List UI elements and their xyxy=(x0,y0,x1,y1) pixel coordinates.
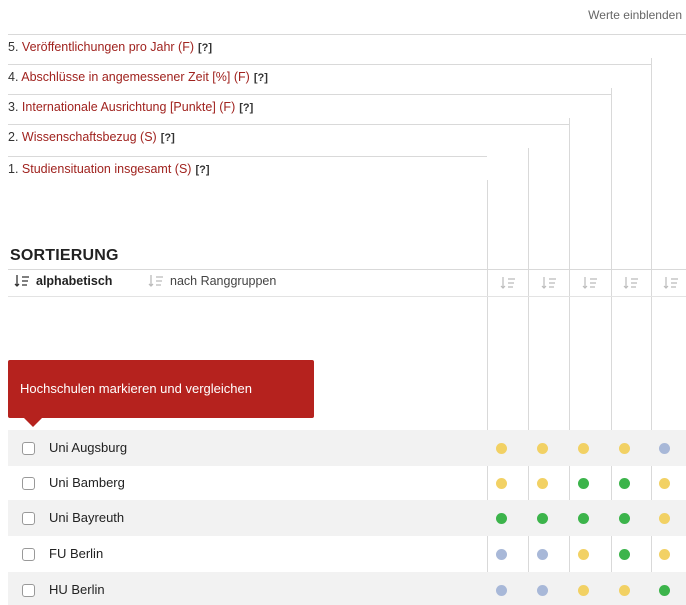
rating-dot-yellow xyxy=(659,478,670,489)
university-row: HU Berlin xyxy=(8,572,686,605)
help-link[interactable]: [?] xyxy=(198,42,212,54)
criterion-number: 2. xyxy=(8,130,19,144)
help-link[interactable]: [?] xyxy=(254,72,268,84)
rating-dot-blue xyxy=(537,585,548,596)
rating-dot-yellow xyxy=(578,549,589,560)
criterion-link[interactable]: Veröffentlichungen pro Jahr (F) xyxy=(22,40,194,54)
sort-alphabetical-label: alphabetisch xyxy=(36,274,113,288)
criterion-1: 1. Studiensituation insgesamt (S) [?] xyxy=(8,156,487,180)
rating-dot-blue xyxy=(537,549,548,560)
criterion-link[interactable]: Internationale Ausrichtung [Punkte] (F) xyxy=(22,100,235,114)
rating-dot-green xyxy=(578,478,589,489)
column-1-sort-icon[interactable] xyxy=(500,276,516,290)
criterion-5: 5. Veröffentlichungen pro Jahr (F) [?] xyxy=(8,34,686,58)
university-name[interactable]: HU Berlin xyxy=(49,582,105,597)
sort-by-rank-label: nach Ranggruppen xyxy=(170,274,277,288)
help-link[interactable]: [?] xyxy=(161,132,175,144)
rating-dot-yellow xyxy=(659,513,670,524)
rating-dot-yellow xyxy=(578,443,589,454)
sort-by-rank-button[interactable]: nach Ranggruppen xyxy=(148,274,276,288)
criterion-2: 2. Wissenschaftsbezug (S) [?] xyxy=(8,124,569,148)
rating-dot-green xyxy=(578,513,589,524)
help-link[interactable]: [?] xyxy=(239,102,253,114)
compare-checkbox[interactable] xyxy=(22,548,35,561)
sort-icon xyxy=(148,275,163,287)
university-row: Uni Augsburg xyxy=(8,430,686,466)
rating-dot-yellow xyxy=(619,443,630,454)
university-row: FU Berlin xyxy=(8,536,686,572)
university-row: Uni Bayreuth xyxy=(8,500,686,536)
sort-alphabetical-button[interactable]: alphabetisch xyxy=(14,274,112,288)
university-name[interactable]: FU Berlin xyxy=(49,546,103,561)
criterion-number: 1. xyxy=(8,162,19,176)
rating-dot-green xyxy=(619,549,630,560)
compare-checkbox[interactable] xyxy=(22,584,35,597)
compare-checkbox[interactable] xyxy=(22,512,35,525)
rating-dot-yellow xyxy=(537,443,548,454)
rating-dot-green xyxy=(496,513,507,524)
rating-dot-blue xyxy=(659,443,670,454)
column-2-sort-icon[interactable] xyxy=(541,276,557,290)
rating-dot-yellow xyxy=(496,443,507,454)
compare-checkbox[interactable] xyxy=(22,477,35,490)
criterion-link[interactable]: Studiensituation insgesamt (S) xyxy=(22,162,192,176)
criterion-link[interactable]: Abschlüsse in angemessener Zeit [%] (F) xyxy=(21,70,250,84)
compare-tooltip: Hochschulen markieren und vergleichen xyxy=(8,360,314,427)
criterion-3: 3. Internationale Ausrichtung [Punkte] (… xyxy=(8,94,611,118)
university-name[interactable]: Uni Bayreuth xyxy=(49,510,124,525)
criterion-link[interactable]: Wissenschaftsbezug (S) xyxy=(22,130,157,144)
column-3-sort-icon[interactable] xyxy=(582,276,598,290)
rating-dot-yellow xyxy=(578,585,589,596)
toggle-values-link[interactable]: Werte einblenden xyxy=(588,8,682,22)
sort-icon xyxy=(14,275,29,287)
rating-dot-yellow xyxy=(659,549,670,560)
criterion-number: 3. xyxy=(8,100,19,114)
rating-dot-green xyxy=(619,478,630,489)
rating-dot-blue xyxy=(496,585,507,596)
rating-dot-green xyxy=(659,585,670,596)
compare-checkbox[interactable] xyxy=(22,442,35,455)
rating-dot-green xyxy=(537,513,548,524)
rating-dot-yellow xyxy=(619,585,630,596)
university-name[interactable]: Uni Bamberg xyxy=(49,475,125,490)
rating-dot-yellow xyxy=(537,478,548,489)
column-5-sort-icon[interactable] xyxy=(663,276,679,290)
rating-dot-yellow xyxy=(496,478,507,489)
rating-dot-green xyxy=(619,513,630,524)
university-row: Uni Bamberg xyxy=(8,465,686,501)
criterion-4: 4. Abschlüsse in angemessener Zeit [%] (… xyxy=(8,64,651,88)
university-name[interactable]: Uni Augsburg xyxy=(49,440,127,455)
rating-dot-blue xyxy=(496,549,507,560)
sort-title: SORTIERUNG xyxy=(10,247,119,264)
criterion-number: 5. xyxy=(8,40,19,54)
column-4-sort-icon[interactable] xyxy=(623,276,639,290)
criterion-number: 4. xyxy=(8,70,19,84)
help-link[interactable]: [?] xyxy=(195,164,209,176)
